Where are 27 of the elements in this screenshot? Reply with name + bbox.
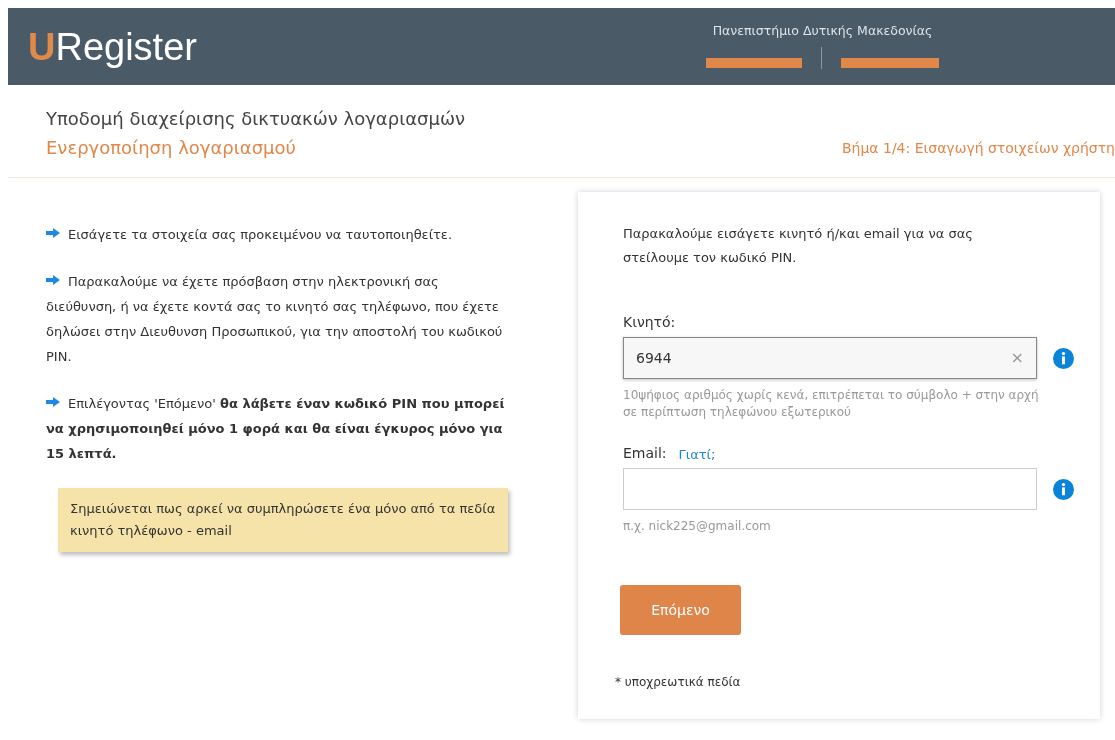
nav-tab[interactable] (706, 57, 802, 68)
next-button[interactable]: Επόμενο (620, 585, 741, 635)
input-field[interactable] (623, 468, 1037, 510)
info-icon[interactable] (1053, 347, 1074, 369)
page-title: Υποδομή διαχείρισης δικτυακών λογαριασμών (46, 107, 466, 131)
info-icon[interactable] (1053, 478, 1074, 500)
field-label: Κινητό: (623, 313, 676, 332)
field-help: 10ψήφιος αριθμός χωρίς κενά, επιτρέπεται το σύμβολο + στην αρχή σε περίπτωση τηλεφώνου εξωτερικού (623, 387, 1040, 421)
required-note: * υποχρεωτικά πεδία (615, 674, 742, 691)
input-field[interactable]: 6944 × (623, 337, 1037, 379)
form-intro: Παρακαλούμε εισάγετε κινητό ή/και email για να σας στείλουμε τον κωδικό PIN. (623, 225, 974, 267)
step-indicator: Βήμα 1/4: Εισαγωγή στοιχείων χρήστη (841, 139, 1115, 158)
field-label: Email: (623, 444, 667, 463)
why-link[interactable]: Γιατί; (678, 444, 716, 464)
arrow-icon (46, 397, 60, 407)
field-help: π.χ. nick225@gmail.com (623, 518, 772, 535)
arrow-icon (46, 228, 60, 238)
arrow-icon (46, 275, 60, 285)
note-box: Σημειώνεται πως αρκεί να συμπληρώσετε ένα μόνο από τα πεδία κινητό τηλέφωνο - email (58, 488, 508, 552)
institution-name: Πανεπιστήμιο Δυτικής Μακεδονίας (712, 22, 933, 40)
nav-tab[interactable] (841, 57, 939, 68)
page-subtitle: Ενεργοποίηση λογαριασμού (46, 136, 297, 160)
instruction-text: Εισάγετε τα στοιχεία σας προκειμένου να ταυτοποιηθείτε. (46, 222, 508, 247)
clear-icon[interactable]: × (1010, 350, 1024, 366)
instruction-text: Παρακαλούμε να έχετε πρόσβαση στην ηλεκτρονική σας διεύθυνση, ή να έχετε κοντά σας το κινητό σας τηλέφωνο, που έχετε δηλώσει στην Διευθυνση Προσωπικού, για την αποστολή του κωδικού PIN. (46, 273, 504, 366)
instruction-text: Επιλέγοντας 'Επόμενο' θα λάβετε έναν κωδικό PIN που μπορεί να χρησιμοποιηθεί μόνο 1 φορά και θα είναι έγκυρος μόνο για 15 λεπτά. (46, 395, 506, 463)
logo[interactable]: URegister (28, 27, 197, 66)
